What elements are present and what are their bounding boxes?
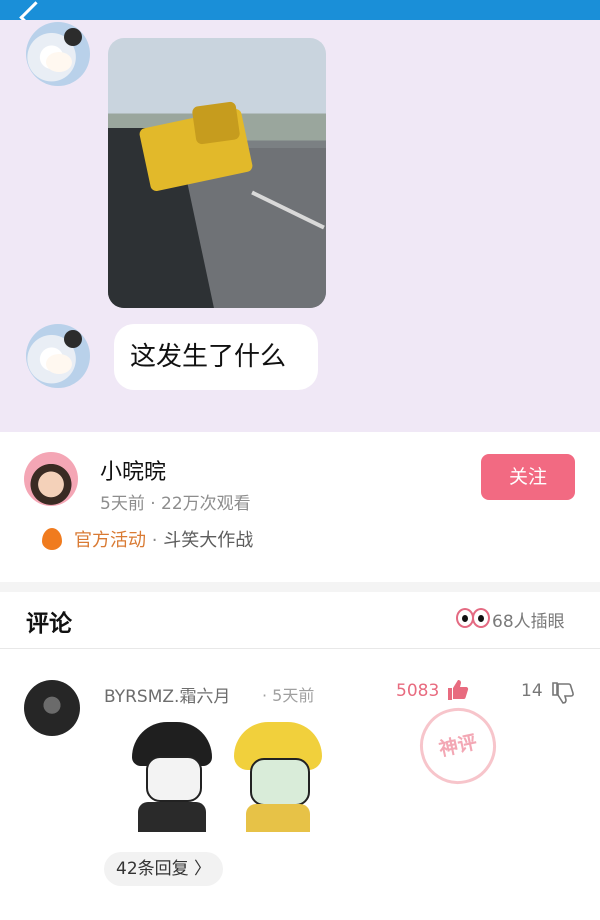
thumb-down-icon[interactable]: [551, 681, 575, 705]
activity-link[interactable]: 官方活动 · 斗笑大作战: [74, 526, 253, 552]
sticker-face: [250, 758, 310, 806]
top-bar: [0, 0, 600, 34]
avatar-flower: [46, 52, 72, 72]
meme-sticker-2[interactable]: [230, 722, 326, 832]
sticker-body: [138, 802, 206, 832]
peek-count[interactable]: 68人插眼: [492, 607, 565, 632]
author-name[interactable]: 小晥晥: [100, 454, 166, 486]
comments-header: 评论 68人插眼: [0, 592, 600, 649]
replies-button[interactable]: 42条回复 〉: [104, 852, 224, 886]
avatar-decoration: [64, 28, 82, 46]
commenter-avatar[interactable]: [24, 680, 80, 736]
chat-text-bubble: 这发生了什么: [114, 324, 318, 390]
chat-screenshot: 这发生了什么: [0, 20, 600, 432]
post-meta: 5天前 · 22万次观看: [100, 494, 251, 514]
meme-sticker-1[interactable]: [124, 722, 220, 832]
activity-tag: 官方活动: [74, 530, 146, 551]
follow-button[interactable]: 关注: [481, 454, 575, 500]
chat-avatar-bottom: [26, 324, 90, 388]
activity-name: 斗笑大作战: [163, 530, 254, 551]
dislike-count: 14: [521, 681, 543, 701]
avatar-decoration: [64, 330, 82, 348]
top-comment-stamp: 神评: [412, 700, 504, 792]
activity-separator: ·: [151, 530, 158, 551]
avatar[interactable]: [24, 452, 78, 506]
thumb-up-icon[interactable]: [446, 678, 470, 702]
fire-icon: [42, 528, 62, 550]
comment-item: BYRSMZ.霜六月 · 5天前 5083 14 神评 42条回复 〉: [0, 650, 600, 920]
comment-time: · 5天前: [262, 686, 315, 705]
section-divider: [0, 582, 600, 592]
truck-mixer: [191, 101, 241, 145]
commenter-name[interactable]: BYRSMZ.霜六月: [104, 682, 230, 707]
chat-photo-message[interactable]: [108, 38, 326, 308]
chat-avatar-top: [26, 22, 90, 86]
comments-title: 评论: [26, 611, 72, 637]
sticker-face: [146, 756, 202, 802]
avatar-flower: [46, 354, 72, 374]
eyes-icon: [456, 606, 490, 628]
like-count: 5083: [396, 681, 440, 701]
post-info: 小晥晥 5天前 · 22万次观看 关注 官方活动 · 斗笑大作战: [0, 432, 600, 582]
sticker-body: [246, 804, 310, 832]
